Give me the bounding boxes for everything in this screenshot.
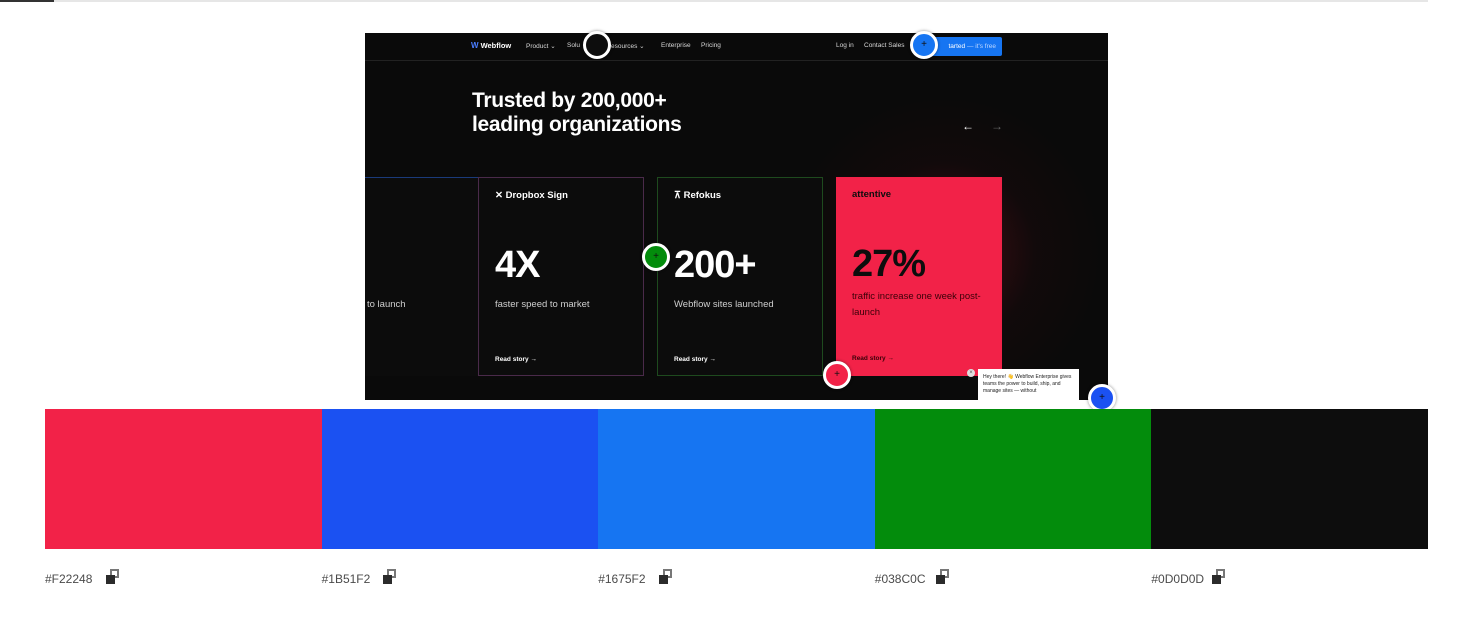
card-brand: ✕ Dropbox Sign (495, 190, 568, 201)
card-brand-text: Refokus (683, 190, 722, 201)
card-brand-text: Dropbox Sign (505, 190, 568, 201)
swatch-light-blue[interactable] (598, 409, 875, 549)
case-card-dropbox: ✕ Dropbox Sign 4X faster speed to market… (478, 177, 644, 376)
dropbox-icon: ✕ (495, 190, 503, 201)
copy-icon[interactable] (106, 569, 122, 585)
chat-close-icon: × (967, 369, 975, 377)
palette-labels: #F22248 #1B51F2 #1675F2 #038C0C #0D0D0D (45, 567, 1428, 591)
swatch-black[interactable] (1151, 409, 1428, 549)
nav-product: Product ⌄ (526, 43, 556, 50)
color-picker-marker[interactable]: + (642, 243, 670, 271)
case-card-attentive: attentive 27% traffic increase one week … (836, 177, 1002, 376)
color-picker-marker[interactable]: + (1088, 384, 1116, 412)
card-desc: traffic increase one week post-launch (852, 291, 981, 318)
card-stat: 27% (852, 243, 926, 285)
case-card-refokus: ⊼ Refokus 200+ Webflow sites launched Re… (657, 177, 823, 376)
webflow-logo-icon: W (471, 41, 479, 50)
palette-label: #F22248 (45, 567, 322, 591)
nav-solutions: Solu (567, 42, 581, 49)
color-picker-marker[interactable] (583, 31, 611, 59)
copy-icon[interactable] (1212, 569, 1228, 585)
card-read-story: Read story → (495, 356, 537, 363)
card-stat: 4X (495, 244, 540, 286)
headline-line-2: leading organizations (472, 113, 682, 136)
source-screenshot: W Webflow Product ⌄ Solu esources ⌄ Enter… (365, 33, 1108, 400)
copy-icon[interactable] (382, 569, 399, 585)
headline-line-1: Trusted by 200,000+ (472, 89, 667, 112)
swatch-blue[interactable] (321, 409, 599, 549)
copy-icon[interactable] (935, 569, 952, 585)
card-read-story: Read story → (674, 356, 716, 363)
palette-label: #1675F2 (598, 567, 875, 591)
card-brand: attentive (852, 189, 892, 200)
active-tab-indicator (0, 0, 54, 2)
page-headline: Trusted by 200,000+ leading organization… (472, 89, 682, 137)
card-brand: ⊼ Refokus (674, 190, 721, 201)
palette-label: #038C0C (875, 567, 1152, 591)
nav-login: Log in (836, 42, 854, 49)
top-divider (0, 0, 1428, 2)
webflow-logo-text: Webflow (480, 41, 512, 50)
screenshot-nav: W Webflow Product ⌄ Solu esources ⌄ Enter… (365, 33, 1108, 61)
swatch-green[interactable] (874, 409, 1152, 549)
hex-code: #0D0D0D (1151, 572, 1205, 586)
hex-code: #1B51F2 (321, 572, 371, 586)
hex-code: #038C0C (874, 572, 926, 586)
card-desc: Webflow sites launched (674, 299, 774, 310)
arrow-right-icon: → (991, 119, 1003, 133)
nav-pricing: Pricing (701, 42, 721, 49)
swatch-red[interactable] (45, 409, 322, 549)
hex-code: #F22248 (45, 572, 93, 586)
card-stat: 200+ (674, 244, 757, 286)
card-desc: faster speed to market (495, 299, 590, 310)
nav-resources: esources ⌄ (611, 43, 645, 50)
nav-contact-sales: Contact Sales (864, 42, 905, 49)
copy-icon[interactable] (659, 569, 675, 585)
refokus-icon: ⊼ (674, 190, 681, 201)
color-picker-marker[interactable]: + (823, 361, 851, 389)
palette-label: #0D0D0D (1151, 567, 1428, 591)
palette-swatches (45, 409, 1428, 549)
cta-label: tarted (948, 43, 966, 50)
cta-sub-label: — it's free (966, 43, 996, 50)
palette-label: #1B51F2 (322, 567, 599, 591)
webflow-logo: W Webflow (471, 41, 511, 50)
color-picker-marker[interactable]: + (910, 31, 938, 59)
chat-popup: Hey there! 👋 Webflow Enterprise gives te… (978, 369, 1079, 400)
card-read-story: Read story → (852, 355, 894, 362)
nav-enterprise: Enterprise (661, 42, 691, 49)
arrow-left-icon: ← (962, 119, 974, 133)
hex-code: #1675F2 (598, 572, 646, 586)
